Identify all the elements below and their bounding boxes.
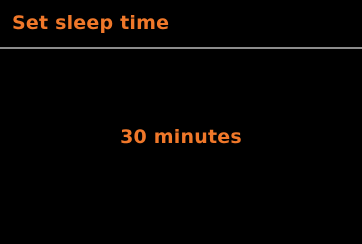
title-divider bbox=[0, 47, 362, 49]
sleep-timer-screen: Set sleep time 30 minutes bbox=[0, 0, 362, 244]
title-bar: Set sleep time bbox=[0, 0, 362, 49]
screen-title: Set sleep time bbox=[12, 12, 170, 34]
sleep-time-value[interactable]: 30 minutes bbox=[0, 126, 362, 148]
